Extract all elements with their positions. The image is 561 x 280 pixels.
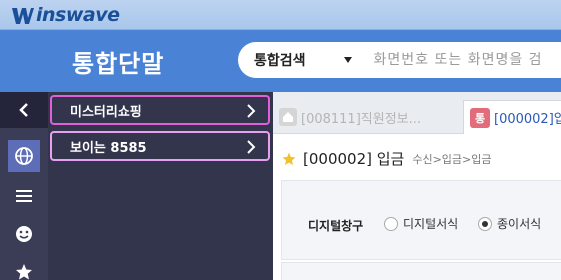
chevron-right-icon xyxy=(247,140,256,154)
form-panel: 디지털창구 디지털서식 종이서식 xyxy=(281,180,561,260)
page-header: [000002] 입금 수신>입금>입금 xyxy=(281,148,492,169)
rail-smiley-button[interactable] xyxy=(8,218,40,250)
tab-label: [008111]직원정보... xyxy=(301,111,422,127)
tab-label: [000002]입 xyxy=(494,112,561,127)
tab-008111[interactable]: [008111]직원정보... xyxy=(279,100,457,134)
chevron-left-icon xyxy=(19,103,28,117)
radio-digital-form[interactable]: 디지털서식 xyxy=(384,215,458,232)
globe-icon xyxy=(15,147,33,165)
smiley-icon xyxy=(16,226,32,242)
radio-paper-form[interactable]: 종이서식 xyxy=(478,215,541,232)
tab-bar: [008111]직원정보... 통 [000002]입 xyxy=(273,92,561,134)
icon-rail xyxy=(0,92,48,280)
menu-item-mystery-shopping[interactable]: 미스터리쇼핑 xyxy=(50,95,270,125)
breadcrumb: 수신>입금>입금 xyxy=(412,152,492,166)
collapse-menu-button[interactable] xyxy=(0,92,48,128)
title-strip: inswave xyxy=(0,0,561,30)
search-box: 통합검색 xyxy=(238,42,561,78)
page-title: [000002] 입금 xyxy=(303,150,405,168)
logo-mark-icon xyxy=(12,8,34,24)
logo-text: inswave xyxy=(36,4,120,26)
menu-list-icon xyxy=(16,190,32,202)
chevron-right-icon xyxy=(247,104,256,118)
app-title: 통합단말 xyxy=(72,50,165,78)
search-input[interactable] xyxy=(373,52,561,68)
star-icon xyxy=(16,264,32,280)
radio-circle[interactable] xyxy=(384,216,398,231)
menu-panel: 미스터리쇼핑 보이는 8585 xyxy=(48,92,273,280)
favorite-star-icon[interactable] xyxy=(281,151,297,167)
rail-menu-button[interactable] xyxy=(8,180,40,212)
home-icon xyxy=(279,108,297,126)
inswave-logo: inswave xyxy=(10,4,120,26)
radio-circle-selected[interactable] xyxy=(478,216,492,231)
menu-item-visible-8585[interactable]: 보이는 8585 xyxy=(50,131,270,161)
rail-star-button[interactable] xyxy=(8,256,40,280)
radio-label: 종이서식 xyxy=(497,217,542,231)
search-category-select[interactable]: 통합검색 xyxy=(254,50,306,70)
content-area: [000002] 입금 수신>입금>입금 디지털창구 디지털서식 종이서식 xyxy=(273,134,561,280)
tab-000002[interactable]: 통 [000002]입 xyxy=(463,100,561,134)
digital-counter-label: 디지털창구 xyxy=(308,219,364,233)
rail-globe-button[interactable] xyxy=(8,140,40,172)
app-header: 통합단말 통합검색 xyxy=(0,30,561,92)
dropdown-caret-icon[interactable] xyxy=(343,57,352,63)
radio-label: 디지털서식 xyxy=(403,217,459,231)
tab-badge: 통 xyxy=(470,107,490,128)
menu-item-label: 보이는 8585 xyxy=(70,140,147,156)
menu-item-label: 미스터리쇼핑 xyxy=(70,104,142,120)
lower-panel xyxy=(281,262,561,280)
